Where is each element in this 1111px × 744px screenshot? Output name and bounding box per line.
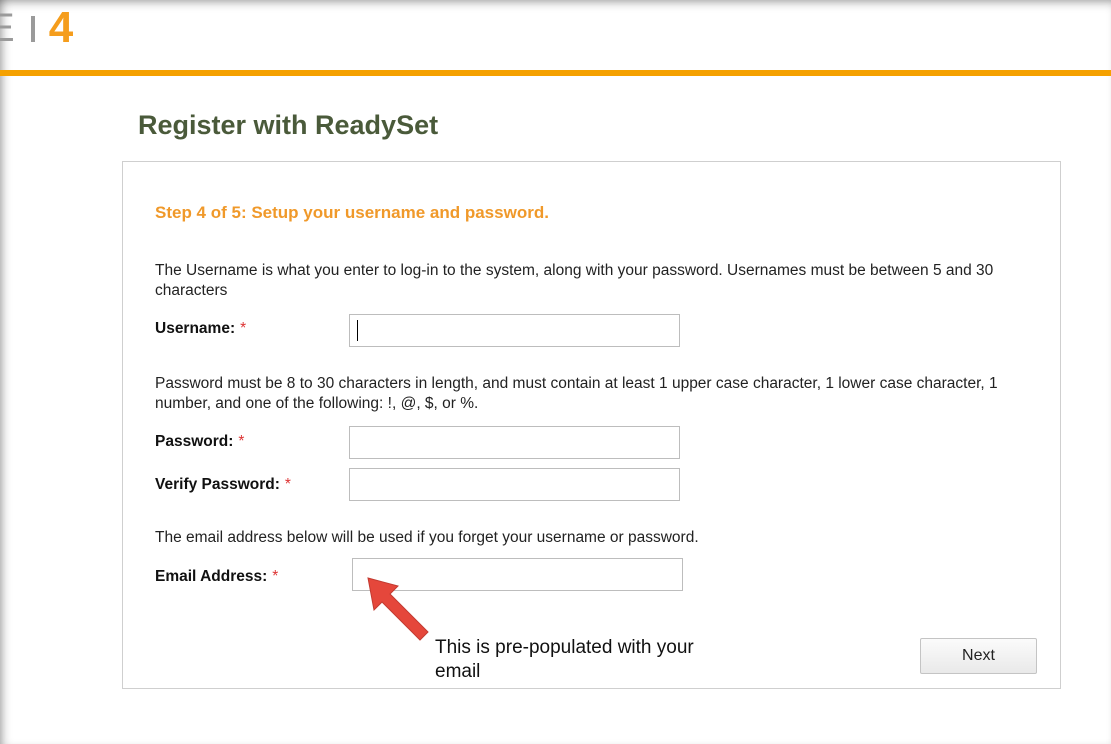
annotation-arrow-icon [367,577,429,641]
next-button[interactable]: Next [920,638,1037,674]
email-label: Email Address: * [155,568,278,586]
logo-divider [30,16,35,42]
username-label: Username: * [155,320,246,338]
verify-password-label: Verify Password: * [155,476,291,494]
logo-letter: E [0,6,15,50]
header-accent-rule [0,70,1111,76]
verify-password-input[interactable] [349,468,680,501]
required-marker: * [240,320,247,337]
brand-logo: E 4 [0,3,74,52]
username-help-text: The Username is what you enter to log-in… [155,262,994,299]
password-help-text: Password must be 8 to 30 characters in l… [155,375,998,412]
required-marker: * [238,433,245,450]
logo-number: 4 [48,3,74,52]
password-input[interactable] [349,426,680,459]
page-title: Register with ReadySet [138,110,439,140]
verify-password-label-text: Verify Password: [155,476,280,493]
required-marker: * [284,476,291,493]
annotation-text: This is pre-populated with your email [435,637,694,682]
password-label-text: Password: [155,433,234,450]
registration-panel [122,161,1061,689]
required-marker: * [272,568,279,585]
username-label-text: Username: [155,320,236,337]
email-help-text: The email address below will be used if … [155,529,699,546]
username-input[interactable] [349,314,680,347]
email-label-text: Email Address: [155,568,268,585]
text-caret [357,320,358,341]
step-title: Step 4 of 5: Setup your username and pas… [155,203,549,222]
password-label: Password: * [155,433,244,451]
